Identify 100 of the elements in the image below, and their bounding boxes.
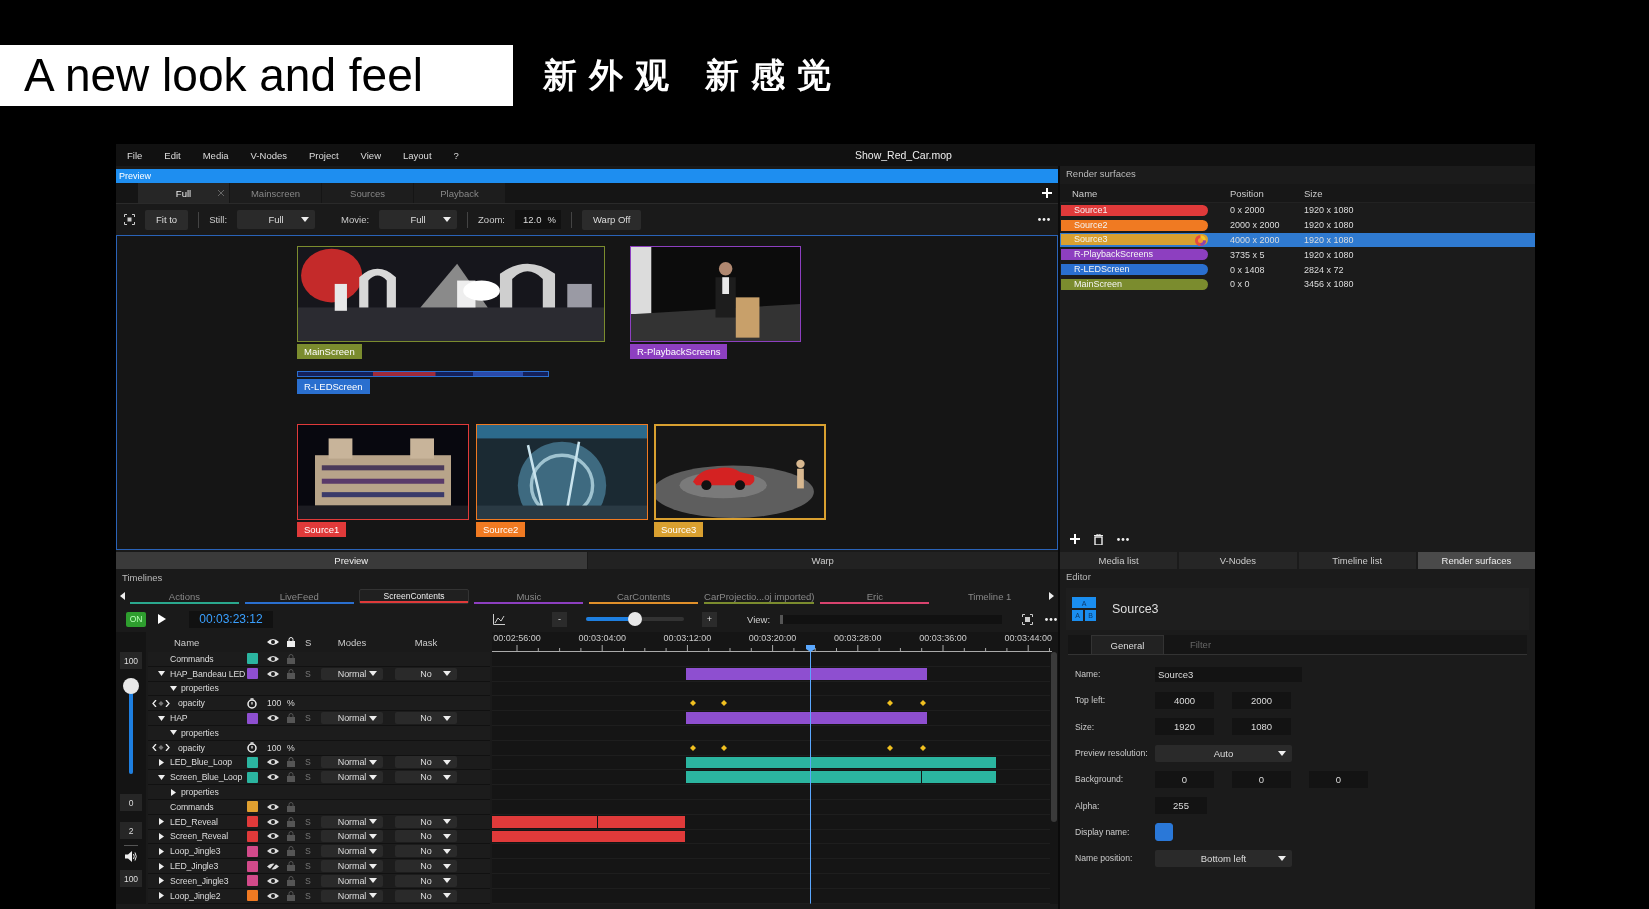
triangle-icon[interactable]	[158, 670, 165, 678]
input-field[interactable]: 2000	[1232, 691, 1291, 709]
dropdown[interactable]: No	[395, 874, 457, 887]
tab[interactable]: Render surfaces	[1417, 552, 1535, 569]
keyframe-nav-icon[interactable]	[152, 699, 170, 707]
solo-toggle[interactable]: S	[305, 713, 315, 724]
menu-item[interactable]: V-Nodes	[239, 149, 298, 161]
surface-row[interactable]: Source2 2000 x 2000 1920 x 1080	[1060, 217, 1535, 233]
triangle-icon[interactable]	[158, 758, 165, 766]
keyframe-icon[interactable]	[886, 700, 893, 707]
layer-name[interactable]: LED_Blue_Loop	[170, 757, 247, 768]
fit-button[interactable]: Fit to	[145, 209, 189, 230]
view-scrollbar[interactable]	[780, 614, 1003, 624]
menu-item[interactable]: Edit	[153, 149, 192, 161]
triangle-icon[interactable]	[170, 685, 177, 692]
warp-button[interactable]: Warp Off	[582, 209, 642, 230]
triangle-icon[interactable]	[158, 862, 165, 870]
dropdown[interactable]: No	[395, 830, 457, 843]
eye-icon[interactable]	[267, 817, 279, 826]
dropdown[interactable]: Normal	[321, 874, 383, 887]
input-field[interactable]: 255	[1155, 797, 1207, 815]
eye-icon[interactable]	[267, 876, 279, 885]
keyframe-icon[interactable]	[919, 744, 926, 751]
solo-toggle[interactable]: S	[305, 772, 315, 783]
solo-toggle[interactable]: S	[305, 668, 315, 679]
keyframe-icon[interactable]	[720, 744, 727, 751]
lock-icon[interactable]	[287, 637, 295, 647]
eye-icon[interactable]	[267, 758, 279, 767]
more-icon[interactable]	[1045, 617, 1058, 621]
triangle-icon[interactable]	[158, 773, 165, 781]
layer-name[interactable]: Screen_Jingle3	[170, 875, 247, 886]
group-name[interactable]: properties	[181, 727, 219, 738]
tab[interactable]: Media list	[1060, 552, 1178, 569]
tab[interactable]: CarContents	[588, 587, 700, 605]
input-field[interactable]: 1920	[1155, 718, 1214, 736]
tab[interactable]: Mainscreen	[230, 183, 321, 203]
keyframe-icon[interactable]	[886, 744, 893, 751]
arrow-left-icon[interactable]	[120, 592, 125, 600]
tab[interactable]: Timeline 1	[934, 587, 1046, 605]
tab[interactable]: ScreenContents	[358, 588, 470, 604]
tab[interactable]: V-Nodes	[1179, 552, 1297, 569]
tab[interactable]: Sources	[322, 183, 413, 203]
triangle-icon[interactable]	[170, 729, 177, 737]
keyframe-icon[interactable]	[689, 700, 696, 707]
dropdown[interactable]: Normal	[321, 771, 383, 784]
triangle-icon[interactable]	[158, 892, 165, 900]
dropdown[interactable]: No	[395, 771, 457, 784]
surface-row[interactable]: Source1 0 x 2000 1920 x 1080	[1060, 203, 1535, 218]
solo-toggle[interactable]: S	[305, 861, 315, 872]
tab[interactable]: Playback	[414, 183, 505, 203]
input-field[interactable]: Source3	[1155, 666, 1302, 682]
layer-name[interactable]: LED_Reveal	[170, 816, 247, 827]
dropdown[interactable]: Normal	[321, 756, 383, 769]
eye-icon[interactable]	[267, 654, 279, 663]
menu-item[interactable]: Media	[191, 149, 240, 161]
add-icon[interactable]	[1070, 534, 1080, 544]
tab[interactable]: Full	[138, 183, 229, 203]
layer-name[interactable]: HAP_Bandeau LED	[170, 668, 247, 679]
eye-icon[interactable]	[267, 847, 279, 856]
dropdown[interactable]: Normal	[321, 830, 383, 843]
layer-name[interactable]: Screen_Reveal	[170, 831, 247, 842]
keyframe-icon[interactable]	[919, 700, 926, 707]
timeline-clip[interactable]	[686, 756, 997, 769]
timeline-clip[interactable]	[492, 830, 686, 843]
triangle-icon[interactable]	[158, 832, 165, 840]
input-field[interactable]: 1080	[1232, 718, 1291, 736]
dropdown[interactable]: No	[395, 889, 457, 902]
dropdown[interactable]: No	[395, 712, 457, 725]
triangle-icon[interactable]	[158, 714, 165, 722]
tab[interactable]: Actions	[129, 587, 240, 605]
arrow-right-icon[interactable]	[1049, 592, 1055, 600]
menu-item[interactable]: View	[349, 149, 392, 161]
speaker-icon[interactable]	[125, 851, 137, 862]
solo-toggle[interactable]: S	[305, 890, 315, 901]
solo-toggle[interactable]: S	[305, 757, 315, 768]
dropdown[interactable]: Auto	[1155, 744, 1292, 762]
timeline-clip[interactable]	[686, 667, 928, 680]
property-value[interactable]: 100	[267, 742, 287, 753]
tab[interactable]: General	[1091, 635, 1164, 654]
tab[interactable]: LiveFeed	[243, 587, 355, 605]
dropdown[interactable]: Full	[237, 210, 316, 229]
more-icon[interactable]	[1038, 218, 1050, 221]
layer-name[interactable]: LED_Jingle3	[170, 861, 247, 872]
dropdown[interactable]: Normal	[321, 845, 383, 858]
tab[interactable]: Preview	[116, 552, 587, 569]
triangle-icon[interactable]	[158, 818, 165, 826]
eye-icon[interactable]	[267, 832, 279, 841]
add-icon[interactable]	[1042, 188, 1052, 198]
close-icon[interactable]	[218, 190, 224, 196]
dropdown[interactable]: Normal	[321, 667, 383, 680]
eye-icon[interactable]	[267, 669, 279, 678]
surface-row[interactable]: R-PlaybackScreens 3735 x 5 1920 x 1080	[1060, 247, 1535, 263]
triangle-icon[interactable]	[158, 877, 165, 885]
layer-name[interactable]: Loop_Jingle3	[170, 846, 247, 857]
timeline-clip[interactable]	[492, 815, 597, 828]
eye-icon[interactable]	[267, 891, 279, 900]
fit-view-icon[interactable]	[1022, 613, 1034, 625]
keyframe-icon[interactable]	[689, 744, 696, 751]
solo-toggle[interactable]: S	[305, 875, 315, 886]
play-icon[interactable]	[158, 614, 166, 624]
